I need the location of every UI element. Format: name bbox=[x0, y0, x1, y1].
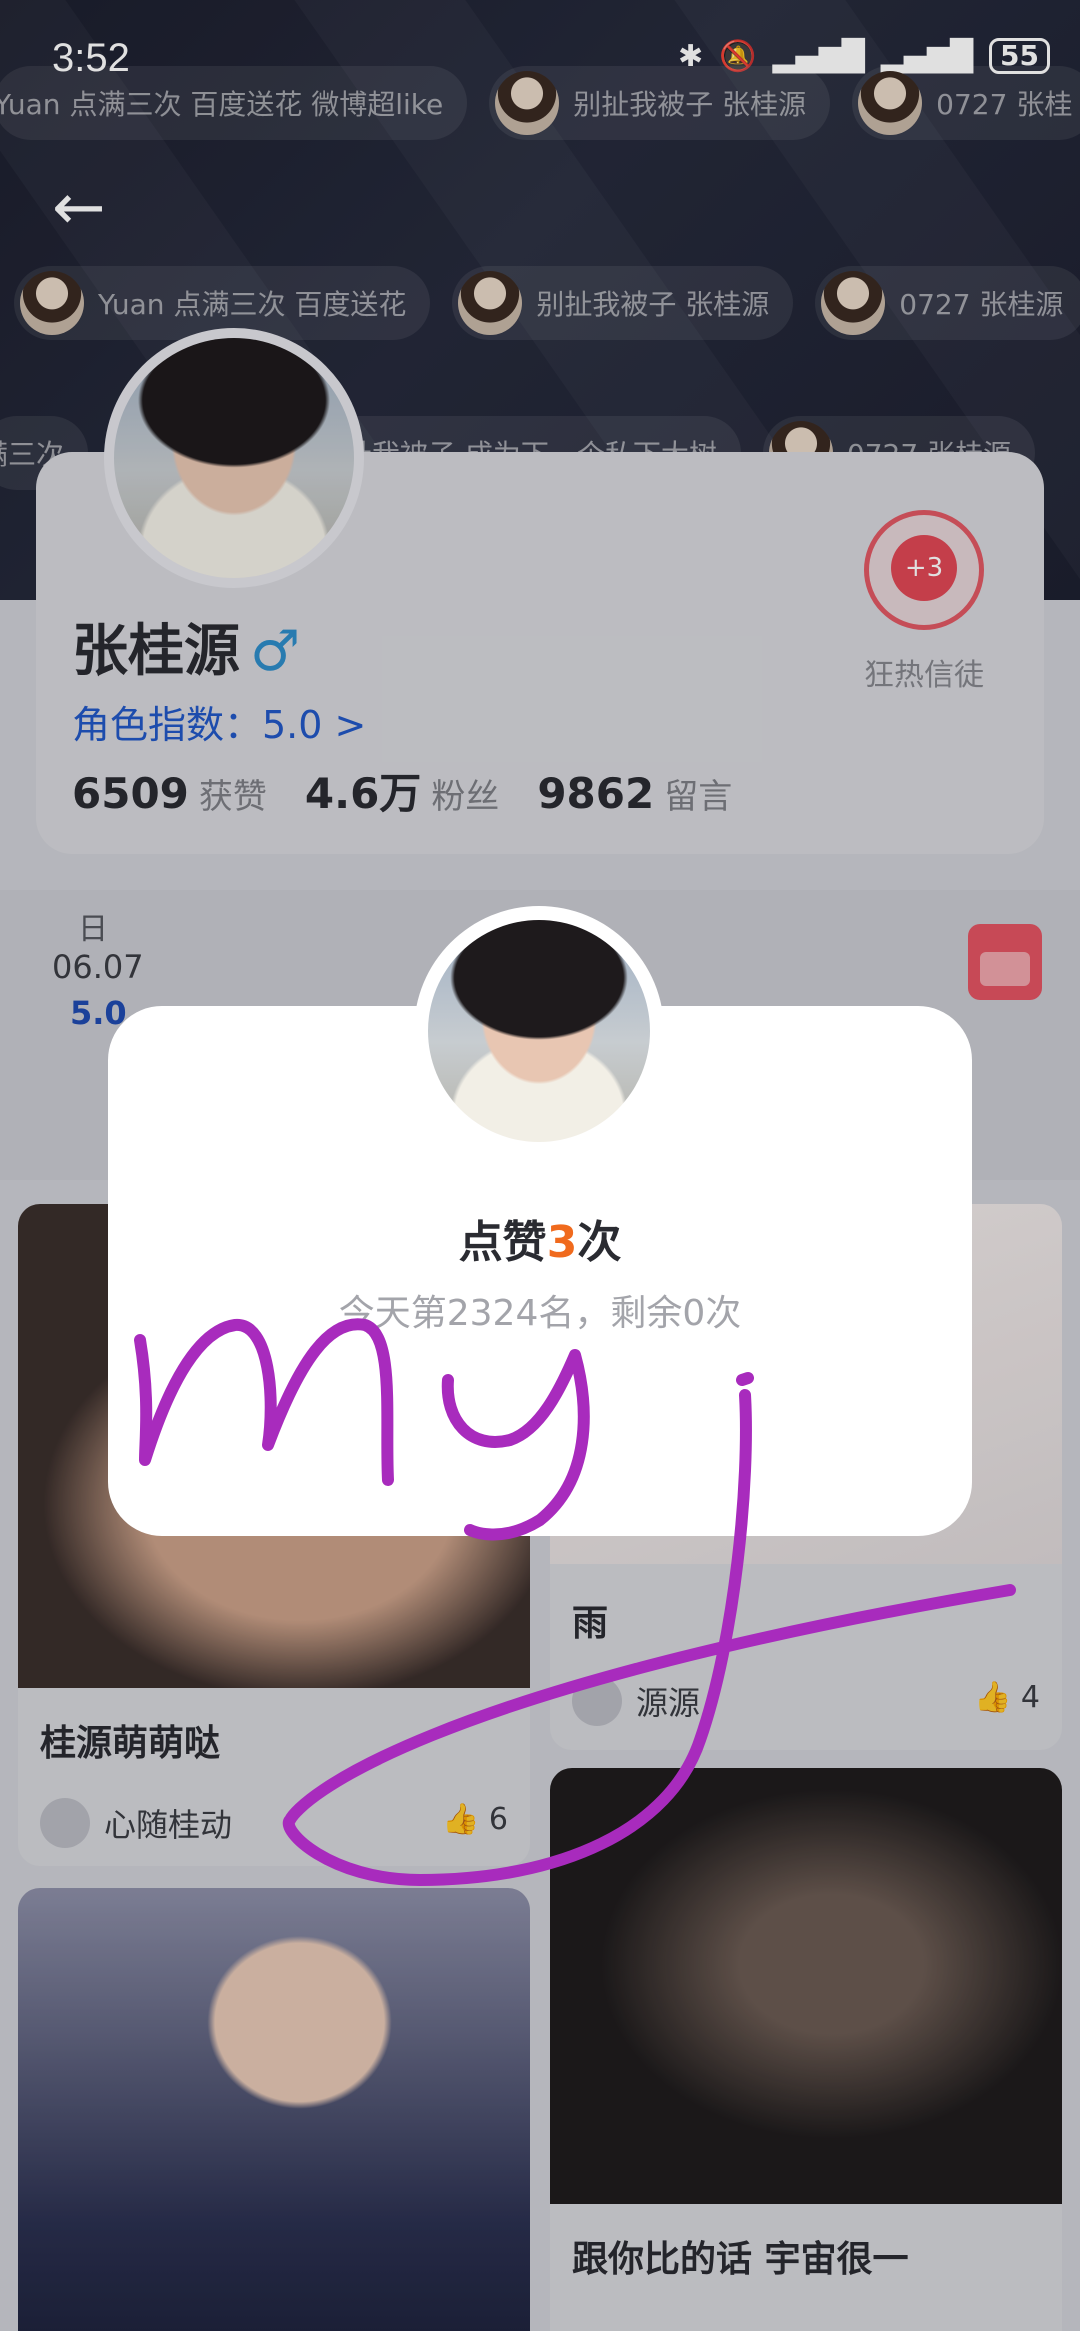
dialog-title: 点赞3次 bbox=[458, 1217, 622, 1268]
dialog-subtitle: 今天第2324名，剩余0次 bbox=[338, 1293, 742, 1334]
dialog-avatar bbox=[414, 906, 664, 1156]
avatar bbox=[428, 920, 650, 1142]
